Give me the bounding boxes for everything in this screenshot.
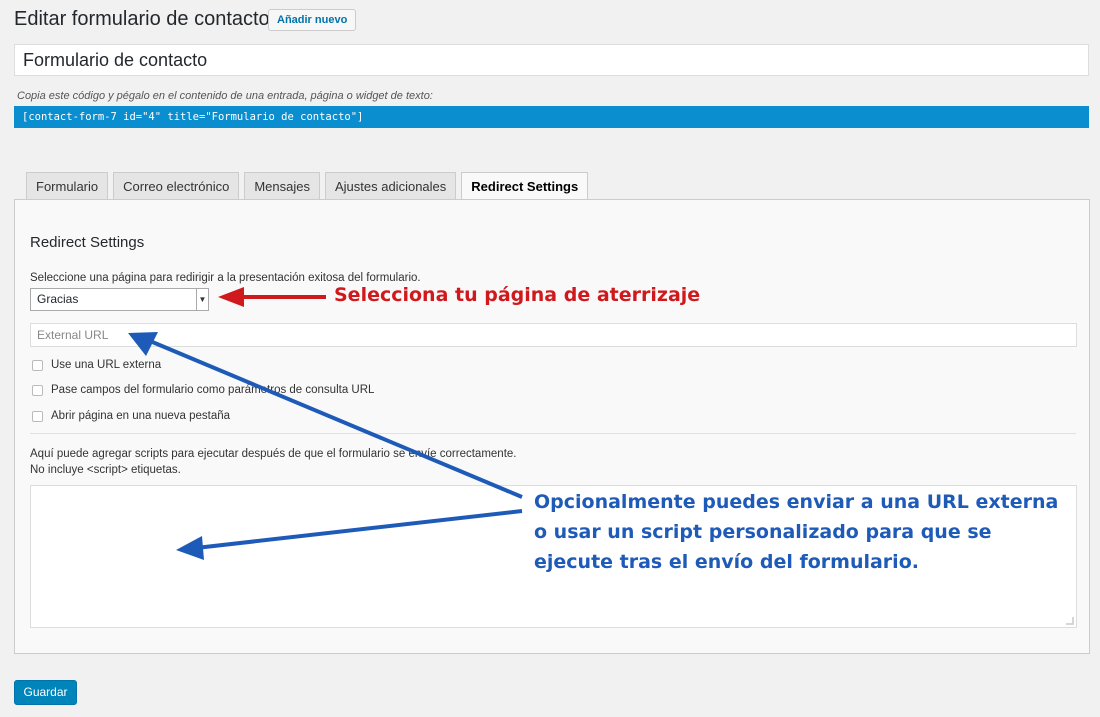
annotation-blue-text: Opcionalmente puedes enviar a una URL ex… (534, 487, 1074, 577)
blue-arrow-icon (176, 509, 523, 560)
annotation-blue-line: ejecute tras el envío del formulario. (534, 551, 919, 573)
red-arrow-icon (218, 287, 326, 307)
annotation-blue-line: Opcionalmente puedes enviar a una URL ex… (534, 491, 1059, 513)
blue-arrow-icon (128, 332, 523, 499)
annotation-red-text: Selecciona tu página de aterrizaje (334, 284, 701, 306)
annotation-blue-line: o usar un script personalizado para que … (534, 521, 992, 543)
annotation-arrows (128, 287, 523, 560)
